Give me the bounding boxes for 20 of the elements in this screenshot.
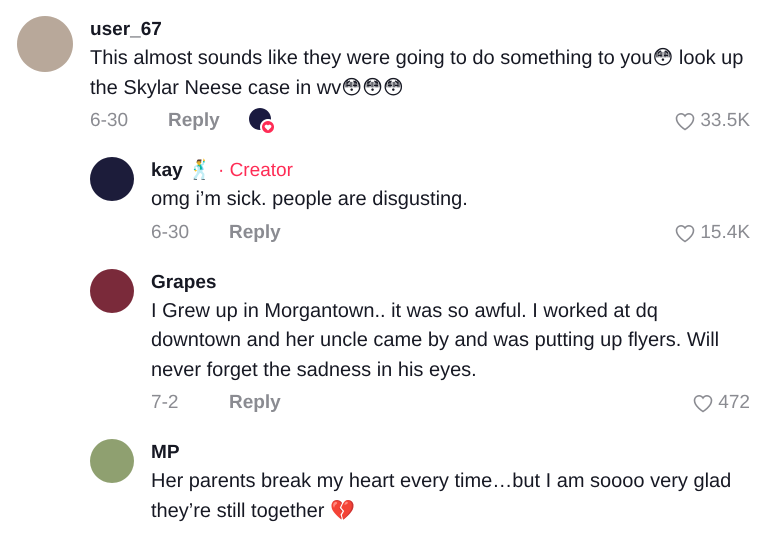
comment-text: Her parents break my heart every time…but I am soooo very glad they’re still together 💔: [151, 469, 732, 524]
comment-date: 6-30: [151, 222, 190, 244]
avatar-photo-placeholder[interactable]: [90, 157, 134, 201]
comment-text: omg i’m sick. people are disgusting.: [151, 187, 469, 212]
reply-button[interactable]: Reply: [168, 110, 220, 132]
username[interactable]: MP: [151, 439, 180, 467]
like-button[interactable]: 15.4K: [673, 220, 750, 244]
avatar-photo-placeholder[interactable]: [90, 268, 134, 312]
reply-button[interactable]: Reply: [229, 222, 281, 244]
username[interactable]: user_67: [90, 16, 162, 44]
username[interactable]: kay 🕺: [151, 157, 212, 185]
reply-button[interactable]: Reply: [229, 392, 281, 414]
comment-text: This almost sounds like they were going to do something to you😳 look up the Skylar Neese case in wv😳😳😳: [90, 46, 744, 100]
like-button[interactable]: 472: [691, 391, 750, 415]
comment-date: 6-30: [90, 110, 130, 132]
comment-text: I Grew up in Morgantown.. it was so awful. I worked at dq downtown and her uncle came by and was putting up flyers. Will never forget the sadness in his eyes.: [151, 298, 720, 382]
creator-label: · Creator: [218, 159, 293, 183]
like-button[interactable]: 33.5K: [673, 109, 750, 133]
username[interactable]: Grapes: [151, 268, 216, 296]
comment-date: 7-2: [151, 392, 180, 414]
